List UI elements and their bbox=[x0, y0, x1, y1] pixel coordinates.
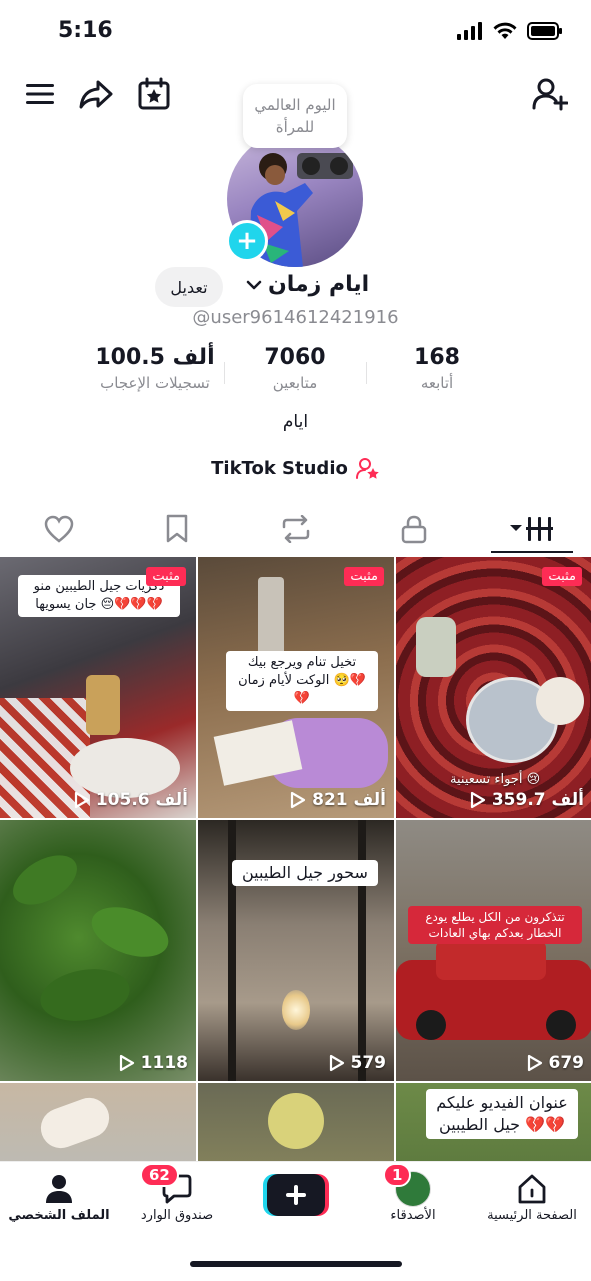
nav-friends[interactable]: الأصدقاء bbox=[358, 1170, 468, 1223]
video-thumbnail[interactable]: ذكريات جيل الطيبين منو جان يسويها 😔💔💔💔 م… bbox=[0, 557, 196, 818]
likes-label: تسجيلات الإعجاب bbox=[100, 374, 210, 392]
lock-icon bbox=[401, 515, 426, 544]
video-caption: عنوان الفيديو عليكم جيل الطيبين 💔💔 bbox=[426, 1089, 578, 1139]
status-time: 5:16 bbox=[58, 18, 113, 43]
studio-label: TikTok Studio bbox=[211, 457, 348, 479]
video-caption: سحور جيل الطيبين bbox=[232, 860, 378, 886]
nav-home[interactable]: الصفحة الرئيسية bbox=[477, 1170, 587, 1223]
play-icon bbox=[470, 791, 485, 809]
play-icon bbox=[329, 1054, 344, 1072]
likes-count: 100.5 ألف bbox=[95, 345, 215, 370]
status-icons bbox=[457, 22, 563, 40]
nav-profile[interactable]: الملف الشخصي bbox=[4, 1170, 114, 1223]
stat-likes[interactable]: 100.5 ألف تسجيلات الإعجاب bbox=[80, 345, 230, 392]
video-caption: تخيل تنام ويرجع بيك الوكت لأيام زمان 🥺💔💔 bbox=[226, 651, 378, 711]
battery-icon bbox=[527, 22, 562, 40]
profile-icon bbox=[46, 1175, 72, 1203]
calendar-star-icon[interactable] bbox=[136, 76, 172, 112]
followers-count: 7060 bbox=[264, 345, 326, 370]
pinned-badge: مثبت bbox=[146, 567, 186, 586]
nav-home-label: الصفحة الرئيسية bbox=[487, 1208, 577, 1223]
pinned-badge: مثبت bbox=[542, 567, 582, 586]
repost-icon bbox=[282, 515, 309, 543]
video-caption: تتذكرون من الكل يطلع يودع الخطار بعدكم ب… bbox=[408, 906, 582, 944]
play-icon bbox=[291, 791, 306, 809]
inbox-badge: 62 bbox=[140, 1163, 179, 1187]
grid-icon bbox=[509, 517, 553, 541]
view-count: 359.7 ألف bbox=[470, 790, 584, 810]
pinned-badge: مثبت bbox=[344, 567, 384, 586]
tab-videos[interactable] bbox=[473, 505, 591, 553]
play-icon bbox=[527, 1054, 542, 1072]
following-label: أتابعه bbox=[420, 374, 454, 392]
content-tabs bbox=[0, 505, 591, 553]
menu-icon[interactable] bbox=[22, 76, 58, 112]
user-handle: @user9614612421916 bbox=[192, 307, 399, 328]
nav-friends-label: الأصدقاء bbox=[390, 1208, 436, 1223]
user-star-icon bbox=[355, 458, 379, 479]
video-thumbnail[interactable]: تتذكرون من الكل يطلع يودع الخطار بعدكم ب… bbox=[396, 820, 591, 1081]
username-row[interactable]: ايام زمان bbox=[246, 272, 369, 297]
wifi-icon bbox=[493, 22, 517, 39]
tab-liked[interactable] bbox=[0, 505, 118, 553]
edit-profile-button[interactable]: تعديل bbox=[155, 267, 223, 307]
view-count: 821 ألف bbox=[290, 790, 386, 810]
video-thumbnail[interactable]: تخيل تنام ويرجع بيك الوكت لأيام زمان 🥺💔💔… bbox=[198, 557, 394, 818]
friends-badge: 1 bbox=[383, 1163, 412, 1187]
video-thumbnail[interactable]: سحور جيل الطيبين 579 bbox=[198, 820, 394, 1081]
bookmark-icon bbox=[167, 514, 188, 543]
video-thumbnail[interactable]: عنوان الفيديو عليكم جيل الطيبين 💔💔 bbox=[396, 1083, 591, 1161]
followers-label: متابعين bbox=[272, 374, 318, 392]
tiktok-studio-link[interactable]: TikTok Studio bbox=[0, 457, 591, 479]
video-caption: أجواء تسعينية 😢 bbox=[450, 772, 541, 787]
video-thumbnail[interactable] bbox=[198, 1083, 394, 1161]
nav-profile-label: الملف الشخصي bbox=[8, 1208, 110, 1223]
bio-text: ايام bbox=[282, 412, 309, 432]
heart-icon bbox=[44, 515, 74, 543]
home-icon bbox=[518, 1174, 546, 1204]
create-button[interactable] bbox=[263, 1174, 329, 1216]
tab-reposts[interactable] bbox=[236, 505, 354, 553]
view-count: 1118 bbox=[119, 1053, 188, 1073]
tab-private[interactable] bbox=[355, 505, 473, 553]
note-bubble[interactable]: اليوم العالمي للمرأة bbox=[243, 84, 347, 148]
tab-favorites[interactable] bbox=[118, 505, 236, 553]
view-count: 105.6 ألف bbox=[74, 790, 188, 810]
stat-followers[interactable]: 7060 متابعين bbox=[220, 345, 370, 392]
view-count: 679 bbox=[527, 1053, 584, 1073]
home-indicator bbox=[190, 1261, 402, 1267]
display-name: ايام زمان bbox=[268, 272, 370, 297]
chevron-down-icon bbox=[246, 280, 262, 289]
nav-inbox-label: صندوق الوارد bbox=[140, 1208, 214, 1223]
video-grid: ذكريات جيل الطيبين منو جان يسويها 😔💔💔💔 م… bbox=[0, 557, 591, 1161]
play-icon bbox=[119, 1054, 134, 1072]
following-count: 168 bbox=[414, 345, 460, 370]
plus-icon bbox=[263, 1174, 329, 1216]
video-thumbnail[interactable] bbox=[0, 1083, 196, 1161]
add-avatar-button[interactable]: + bbox=[226, 220, 268, 262]
view-count: 579 bbox=[329, 1053, 386, 1073]
video-thumbnail[interactable]: أجواء تسعينية 😢 مثبت 359.7 ألف bbox=[396, 557, 591, 818]
share-icon[interactable] bbox=[78, 76, 114, 112]
video-thumbnail[interactable]: 1118 bbox=[0, 820, 196, 1081]
add-friend-icon[interactable] bbox=[532, 76, 568, 112]
play-icon bbox=[74, 791, 89, 809]
signal-icon bbox=[457, 22, 482, 40]
stat-following[interactable]: 168 أتابعه bbox=[362, 345, 512, 392]
